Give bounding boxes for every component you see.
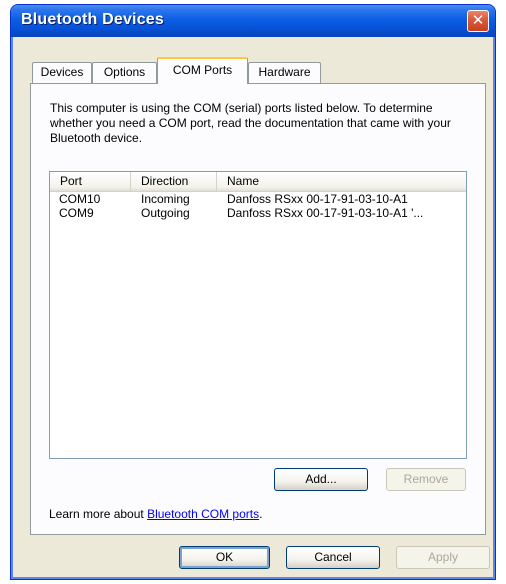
cancel-button-label: Cancel bbox=[314, 550, 352, 564]
bluetooth-com-ports-link[interactable]: Bluetooth COM ports bbox=[147, 507, 259, 521]
cancel-button[interactable]: Cancel bbox=[286, 546, 380, 569]
learn-more-suffix: . bbox=[259, 507, 263, 521]
add-button[interactable]: Add... bbox=[274, 468, 368, 491]
description-text: This computer is using the COM (serial) … bbox=[50, 101, 451, 145]
remove-button[interactable]: Remove bbox=[386, 468, 466, 491]
port-cell: COM10 bbox=[59, 192, 101, 206]
learn-more-text: Learn more about Bluetooth COM ports. bbox=[49, 507, 262, 521]
name-cell: Danfoss RSxx 00-17-91-03-10-A1 bbox=[227, 192, 408, 206]
table-row[interactable]: COM10 Incoming Danfoss RSxx 00-17-91-03-… bbox=[50, 192, 466, 206]
com-ports-list[interactable]: Port Direction Name COM10 Incoming Danfo… bbox=[49, 171, 467, 459]
column-direction-label: Direction bbox=[141, 174, 189, 188]
add-button-label: Add... bbox=[305, 472, 337, 486]
ok-button-label: OK bbox=[215, 550, 234, 564]
direction-cell: Outgoing bbox=[141, 206, 190, 220]
close-button[interactable]: ✕ bbox=[467, 10, 489, 32]
tab-options-label: Options bbox=[103, 65, 146, 79]
tab-hardware[interactable]: Hardware bbox=[248, 62, 321, 83]
port-cell: COM9 bbox=[59, 206, 94, 220]
tab-devices[interactable]: Devices bbox=[32, 62, 92, 83]
com-ports-panel: This computer is using the COM (serial) … bbox=[30, 83, 486, 535]
close-icon: ✕ bbox=[471, 11, 485, 29]
apply-button-label: Apply bbox=[427, 550, 459, 564]
tab-devices-label: Devices bbox=[40, 65, 84, 79]
title-bar[interactable]: Bluetooth Devices ✕ bbox=[11, 5, 495, 37]
column-header-direction[interactable]: Direction bbox=[131, 172, 217, 191]
ok-button[interactable]: OK bbox=[179, 546, 270, 569]
tab-hardware-label: Hardware bbox=[258, 65, 311, 79]
column-name-label: Name bbox=[227, 174, 260, 188]
tab-com-ports[interactable]: COM Ports bbox=[157, 57, 248, 84]
remove-button-label: Remove bbox=[403, 472, 449, 486]
column-port-label: Port bbox=[60, 174, 83, 188]
tab-com-ports-label: COM Ports bbox=[172, 63, 233, 77]
column-header-port[interactable]: Port bbox=[50, 172, 131, 191]
column-header-name[interactable]: Name bbox=[217, 172, 466, 191]
name-cell: Danfoss RSxx 00-17-91-03-10-A1 '... bbox=[227, 206, 424, 220]
apply-button[interactable]: Apply bbox=[396, 546, 490, 569]
bluetooth-devices-dialog: Bluetooth Devices ✕ Devices Options COM … bbox=[10, 4, 496, 580]
direction-cell: Incoming bbox=[141, 192, 190, 206]
learn-more-prefix: Learn more about bbox=[49, 507, 148, 521]
table-row[interactable]: COM9 Outgoing Danfoss RSxx 00-17-91-03-1… bbox=[50, 206, 466, 220]
list-header: Port Direction Name bbox=[50, 172, 466, 192]
tab-options[interactable]: Options bbox=[92, 62, 157, 83]
window-title: Bluetooth Devices bbox=[21, 11, 164, 28]
